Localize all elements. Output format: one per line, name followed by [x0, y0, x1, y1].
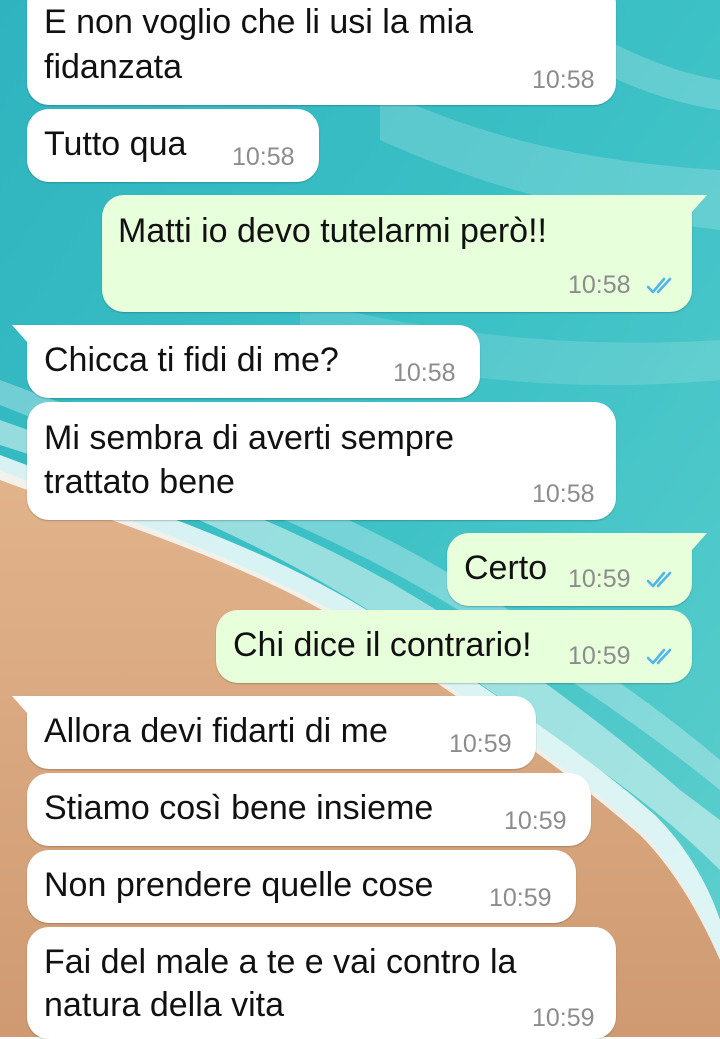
message-time: 10:59	[504, 807, 567, 835]
outgoing-message-bubble[interactable]: Chi dice il contrario! 10:59	[216, 610, 692, 683]
message-text-line: Certo	[464, 549, 548, 587]
incoming-message-bubble[interactable]: Non prendere quelle cose 10:59	[27, 850, 576, 923]
message-time: 10:59	[489, 884, 552, 912]
incoming-message-bubble[interactable]: Tutto qua 10:58	[27, 109, 319, 182]
incoming-message-bubble[interactable]: E non voglio che li usi la mia fidanzata…	[27, 0, 616, 105]
incoming-message-bubble[interactable]: Chicca ti fidi di me? 10:58	[12, 325, 480, 398]
message-text-line: E non voglio che li usi la mia	[44, 3, 474, 41]
message-time: 10:58	[232, 143, 295, 171]
message-text-line: Mi sembra di averti sempre	[44, 419, 455, 457]
message-text-line: Non prendere quelle cose	[44, 866, 434, 904]
incoming-message-bubble[interactable]: Fai del male a te e vai contro la natura…	[27, 927, 616, 1039]
double-check-read-icon	[647, 277, 672, 294]
message-text-line: Tutto qua	[44, 125, 187, 163]
message-time: 10:59	[449, 730, 512, 758]
double-check-read-icon	[647, 571, 672, 588]
message-time: 10:58	[393, 359, 456, 387]
message-time: 10:58	[532, 66, 595, 94]
incoming-message-bubble[interactable]: Stiamo così bene insieme 10:59	[27, 773, 591, 846]
message-time: 10:59	[532, 1004, 595, 1032]
message-text-line: fidanzata	[44, 48, 182, 86]
message-text-line: Matti io devo tutelarmi però!!	[118, 212, 547, 250]
message-time: 10:59	[568, 565, 631, 593]
message-time: 10:59	[568, 642, 631, 670]
message-text-line: natura della vita	[44, 986, 285, 1024]
message-text-line: Chicca ti fidi di me?	[44, 341, 339, 379]
incoming-message-bubble[interactable]: Allora devi fidarti di me 10:59	[12, 696, 536, 769]
double-check-read-icon	[647, 648, 672, 665]
outgoing-message-bubble[interactable]: Matti io devo tutelarmi però!! 10:58	[102, 195, 707, 312]
message-time: 10:58	[532, 480, 595, 508]
outgoing-message-bubble[interactable]: Certo 10:59	[447, 533, 707, 606]
message-text-line: Chi dice il contrario!	[233, 626, 532, 664]
chat-message-list[interactable]: E non voglio che li usi la mia fidanzata…	[0, 0, 720, 1039]
message-text-line: Fai del male a te e vai contro la	[44, 943, 517, 981]
message-text-line: trattato bene	[44, 463, 235, 501]
message-time: 10:58	[568, 271, 631, 299]
incoming-message-bubble[interactable]: Mi sembra di averti sempre trattato bene…	[27, 402, 616, 520]
message-text-line: Allora devi fidarti di me	[44, 712, 388, 750]
message-text-line: Stiamo così bene insieme	[44, 789, 434, 827]
